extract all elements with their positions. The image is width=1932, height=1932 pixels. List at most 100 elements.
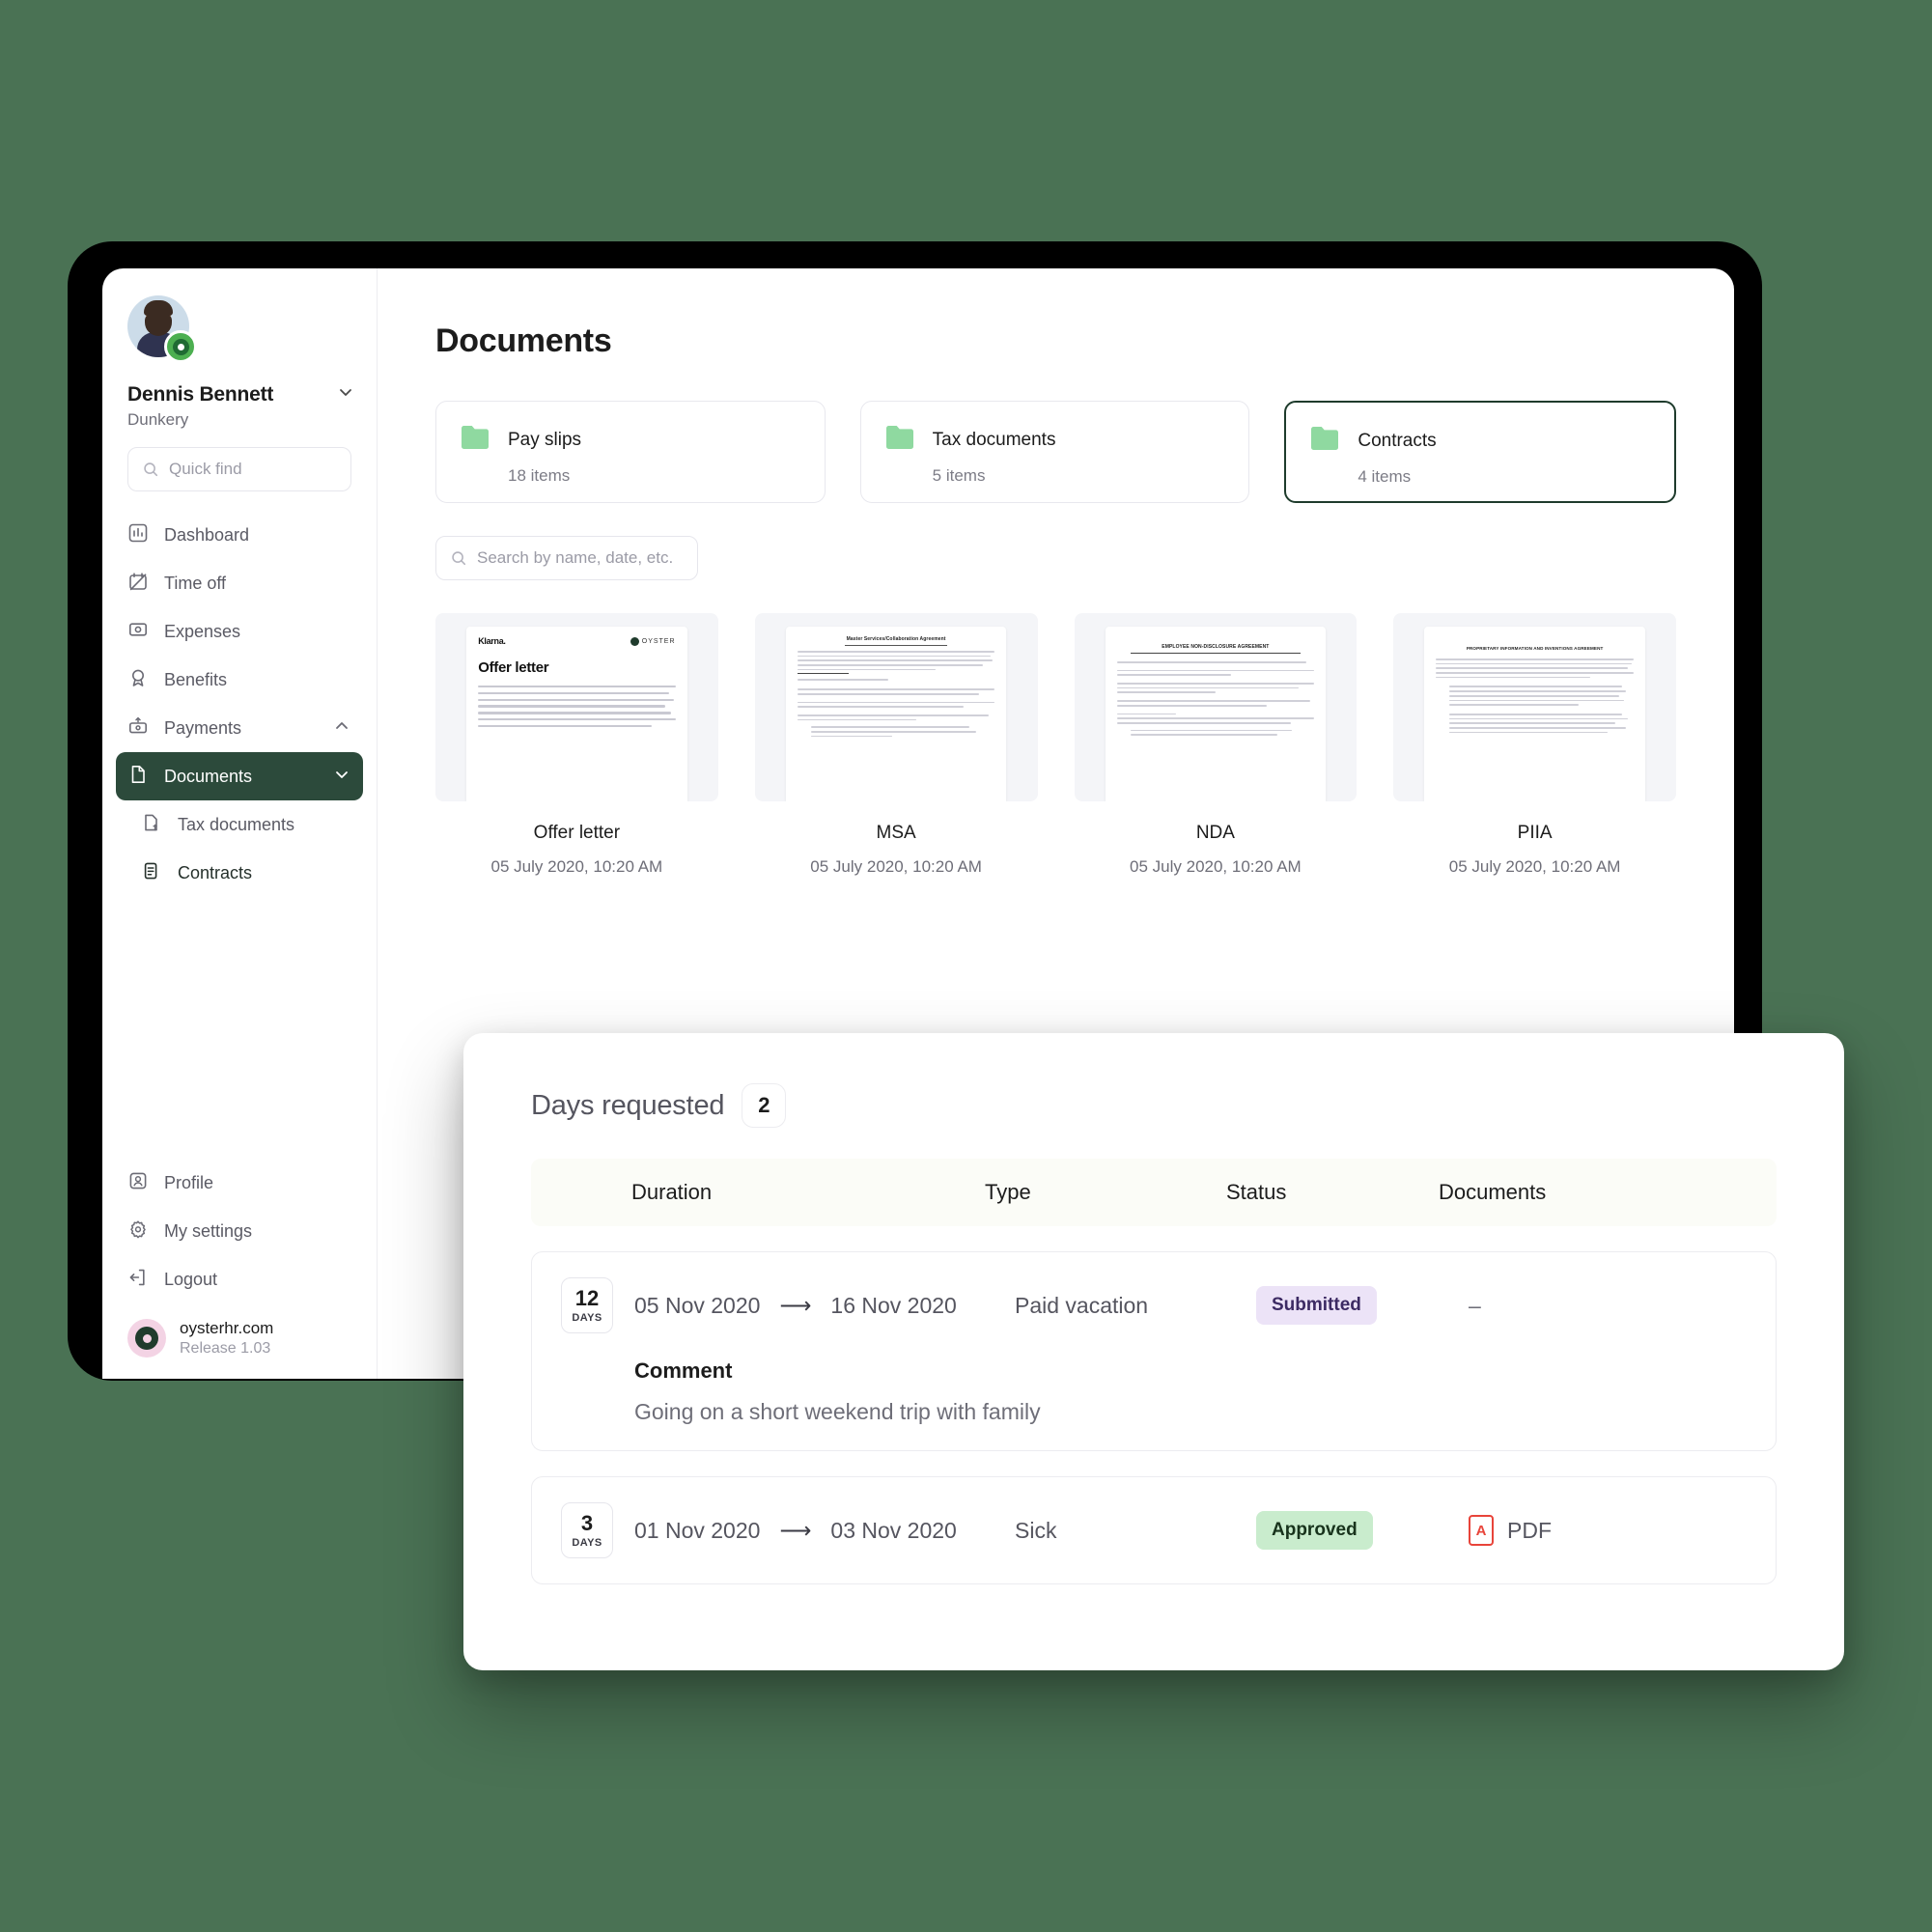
status-badge: Approved (1256, 1511, 1373, 1550)
sidebar-item-logout[interactable]: Logout (116, 1255, 363, 1303)
sidebar-sub-label: Tax documents (178, 814, 295, 834)
preview-heading: Offer letter (478, 659, 549, 676)
sidebar-item-profile[interactable]: Profile (116, 1159, 363, 1207)
status-cell: Approved (1256, 1511, 1469, 1550)
preview-heading: Master Services/Collaboration Agreement (846, 636, 946, 642)
arrow-right-icon: ⟶ (779, 1517, 812, 1543)
comment-text: Going on a short weekend trip with famil… (634, 1399, 1041, 1424)
days-requested-header: Days requested 2 (531, 1083, 1777, 1128)
sidebar-item-label: Time off (164, 573, 227, 593)
document-date: 05 July 2020, 10:20 AM (810, 857, 982, 876)
type-cell: Paid vacation (1015, 1292, 1149, 1318)
sidebar-sub-label: Contracts (178, 862, 253, 882)
chevron-up-icon[interactable] (332, 716, 351, 741)
documents-empty: – (1469, 1292, 1481, 1318)
start-date: 01 Nov 2020 (634, 1517, 761, 1543)
document-date: 05 July 2020, 10:20 AM (1448, 857, 1621, 876)
days-label: DAYS (572, 1536, 602, 1549)
screenshot-stage: Dennis Bennett Dunkery Quick find Dashbo… (0, 0, 1932, 1932)
sidebar-item-dashboard[interactable]: Dashboard (116, 511, 363, 559)
brand-footer[interactable]: oysterhr.com Release 1.03 (116, 1303, 363, 1358)
sidebar-item-my-settings[interactable]: My settings (116, 1207, 363, 1255)
preview-heading: PROPRIETARY INFORMATION AND INVENTIONS A… (1466, 646, 1604, 651)
search-icon (452, 551, 466, 566)
chevron-down-icon[interactable] (336, 382, 355, 406)
comment-title: Comment (634, 1358, 733, 1383)
receipt-icon (127, 619, 149, 645)
column-header-duration: Duration (631, 1180, 713, 1204)
document-thumbnail: PROPRIETARY INFORMATION AND INVENTIONS A… (1393, 613, 1676, 801)
comment-block: Comment Going on a short weekend trip wi… (561, 1358, 1747, 1425)
document-card-offer-letter[interactable]: Klarna. OYSTER Offer letter Offer letter… (435, 613, 718, 877)
sidebar-item-label: Expenses (164, 621, 241, 641)
type-cell: Sick (1015, 1517, 1057, 1543)
documents-cell: – (1469, 1293, 1747, 1319)
panel-title: Days requested (531, 1089, 725, 1121)
search-input[interactable]: Search by name, date, etc. (435, 536, 698, 580)
sidebar-item-label: Profile (164, 1172, 214, 1192)
document-thumbnail: EMPLOYEE NON-DISCLOSURE AGREEMENT (1074, 613, 1358, 801)
chart-bar-icon (127, 522, 149, 548)
pdf-link-label: PDF (1507, 1517, 1552, 1543)
sidebar-item-tax-documents[interactable]: Tax documents (116, 800, 363, 849)
duration-cell: 05 Nov 2020 ⟶ 16 Nov 2020 (613, 1293, 1015, 1319)
sidebar-item-documents[interactable]: Documents (116, 752, 363, 800)
documents-cell[interactable]: A PDF (1469, 1515, 1747, 1546)
sidebar-item-time-off[interactable]: Time off (116, 559, 363, 607)
document-name: NDA (1195, 823, 1235, 843)
document-card-piia[interactable]: PROPRIETARY INFORMATION AND INVENTIONS A… (1393, 613, 1676, 877)
sidebar-item-label: Documents (164, 766, 253, 786)
user-menu[interactable]: Dennis Bennett (102, 382, 377, 406)
preview-heading: EMPLOYEE NON-DISCLOSURE AGREEMENT (1162, 644, 1270, 650)
chevron-down-icon[interactable] (332, 765, 351, 789)
search-placeholder: Search by name, date, etc. (477, 548, 674, 567)
document-thumbnail: Master Services/Collaboration Agreement (754, 613, 1038, 801)
folder-name: Contracts (1358, 430, 1437, 451)
days-count-chip: 3 DAYS (561, 1502, 613, 1558)
avatar[interactable] (127, 295, 197, 365)
user-company: Dunkery (127, 410, 189, 429)
days-label: DAYS (572, 1311, 602, 1324)
oyster-badge-icon (164, 330, 197, 363)
oyster-logo: OYSTER (630, 636, 676, 646)
document-card-msa[interactable]: Master Services/Collaboration Agreement (754, 613, 1038, 877)
column-header-type: Type (985, 1180, 1031, 1204)
sidebar-item-contracts[interactable]: Contracts (116, 849, 363, 897)
days-count-chip: 12 DAYS (561, 1277, 613, 1333)
klarna-logo: Klarna. (478, 636, 506, 646)
user-name: Dennis Bennett (127, 382, 274, 406)
folder-name: Tax documents (932, 429, 1056, 450)
sidebar-item-benefits[interactable]: Benefits (116, 656, 363, 704)
days-number: 12 (574, 1285, 600, 1310)
table-row[interactable]: 3 DAYS 01 Nov 2020 ⟶ 03 Nov 2020 Sick Ap… (531, 1476, 1777, 1584)
sidebar-item-label: Payments (164, 717, 242, 738)
document-icon (127, 764, 149, 790)
brand-release: Release 1.03 (180, 1340, 271, 1357)
folder-count: 4 items (1358, 467, 1412, 486)
end-date: 03 Nov 2020 (830, 1517, 957, 1543)
status-cell: Submitted (1256, 1286, 1469, 1325)
days-requested-panel: Days requested 2 Duration Type Status Do… (463, 1033, 1844, 1670)
column-header-status: Status (1226, 1180, 1287, 1204)
profile-icon (127, 1170, 149, 1196)
sidebar: Dennis Bennett Dunkery Quick find Dashbo… (102, 268, 378, 1379)
folder-name: Pay slips (508, 429, 582, 450)
folder-icon (1309, 424, 1342, 458)
quick-find-input[interactable]: Quick find (127, 447, 351, 491)
folder-card-pay-slips[interactable]: Pay slips 18 items (435, 401, 826, 503)
document-card-nda[interactable]: EMPLOYEE NON-DISCLOSURE AGREEMENT NDA 05… (1074, 613, 1358, 877)
sidebar-nav: Dashboard Time off Expenses Benefits Pay… (102, 511, 377, 897)
document-grid: Klarna. OYSTER Offer letter Offer letter… (435, 613, 1676, 877)
folder-card-contracts[interactable]: Contracts 4 items (1284, 401, 1677, 503)
pdf-icon: A (1469, 1515, 1494, 1546)
sidebar-item-payments[interactable]: Payments (116, 704, 363, 752)
document-date: 05 July 2020, 10:20 AM (1130, 857, 1302, 876)
calendar-off-icon (127, 571, 149, 597)
sidebar-bottom: Profile My settings Logout oysterhr.com … (102, 1159, 377, 1379)
sidebar-item-expenses[interactable]: Expenses (116, 607, 363, 656)
table-row[interactable]: 12 DAYS 05 Nov 2020 ⟶ 16 Nov 2020 Paid v… (531, 1251, 1777, 1451)
sidebar-item-label: My settings (164, 1220, 253, 1241)
folder-card-tax-documents[interactable]: Tax documents 5 items (859, 401, 1250, 503)
folder-count: 5 items (932, 466, 986, 485)
sidebar-item-label: Benefits (164, 669, 228, 689)
